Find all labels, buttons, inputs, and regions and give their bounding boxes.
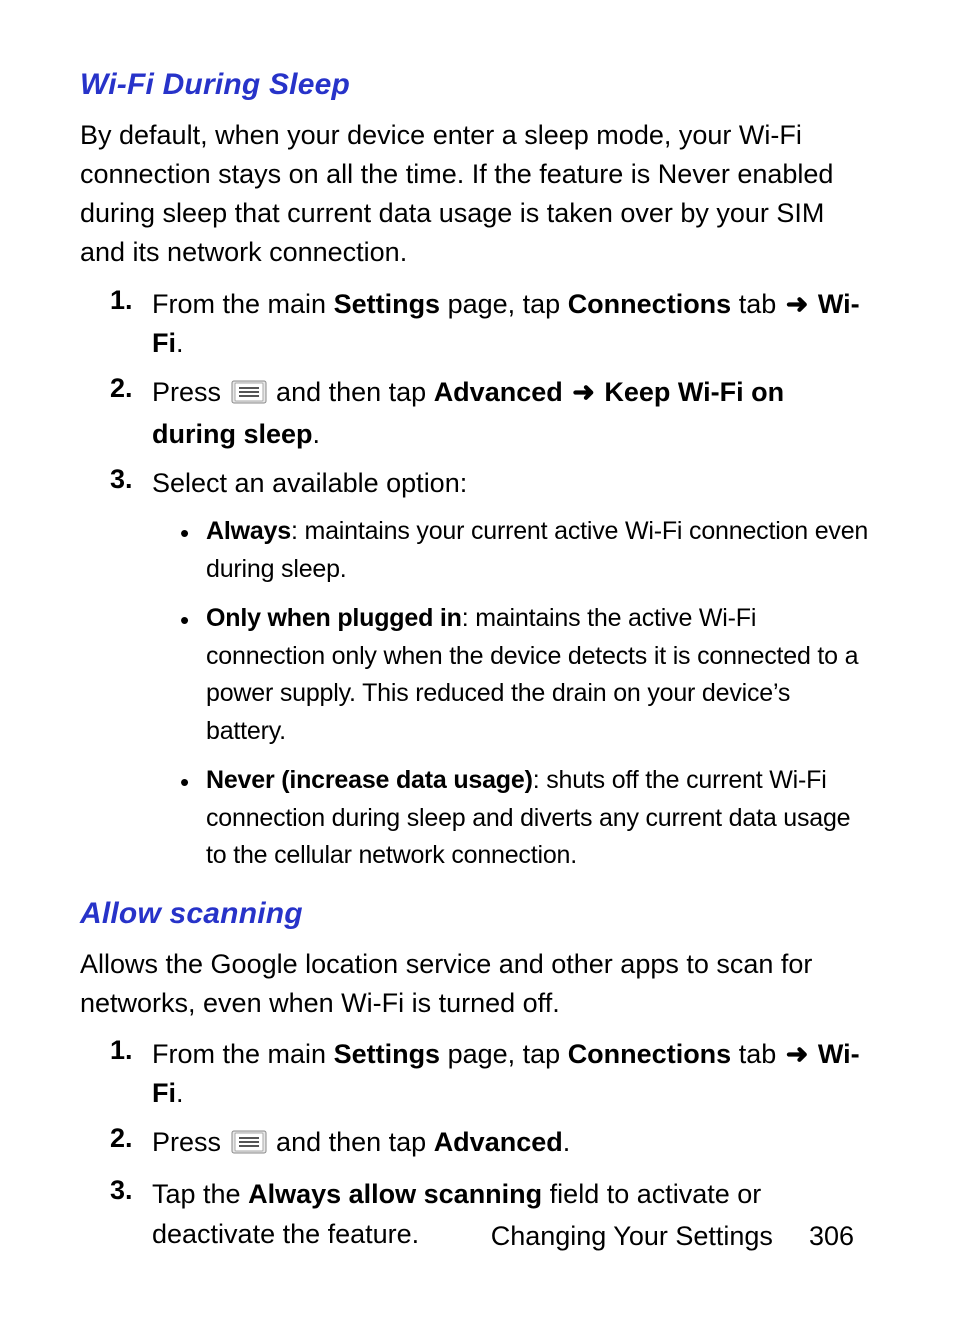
step-number: 2.	[110, 373, 152, 454]
page-footer: Changing Your Settings 306	[491, 1221, 854, 1252]
menu-icon	[231, 1126, 267, 1165]
text: From the main	[152, 289, 334, 319]
bullet-text: Always: maintains your current active Wi…	[206, 513, 874, 588]
intro-paragraph: Allows the Google location service and o…	[80, 945, 874, 1023]
text: tab	[731, 1039, 784, 1069]
bullet-label: Always	[206, 517, 291, 545]
text: From the main	[152, 1039, 334, 1069]
bold-connections: Connections	[568, 289, 732, 319]
text: Press	[152, 377, 229, 407]
text: .	[176, 1078, 184, 1108]
step-1: 1. From the main Settings page, tap Conn…	[80, 1035, 874, 1113]
step-number: 3.	[110, 1175, 152, 1253]
text: Tap the	[152, 1179, 248, 1209]
step-text: From the main Settings page, tap Connect…	[152, 285, 874, 363]
bullet-icon: •	[180, 513, 206, 588]
step-text: Press and then tap Advanced.	[152, 1123, 874, 1165]
text: : maintains your current active Wi-Fi co…	[206, 517, 868, 583]
menu-icon	[231, 376, 267, 415]
step-number: 1.	[110, 1035, 152, 1113]
bullet-label: Never (increase data usage)	[206, 766, 533, 794]
step-3: 3. Select an available option:	[80, 464, 874, 503]
bullet-plugged-in: • Only when plugged in: maintains the ac…	[80, 600, 874, 750]
step-text: From the main Settings page, tap Connect…	[152, 1035, 874, 1113]
bullet-always: • Always: maintains your current active …	[80, 513, 874, 588]
bullet-text: Never (increase data usage): shuts off t…	[206, 762, 874, 875]
text: and then tap	[276, 377, 434, 407]
intro-paragraph: By default, when your device enter a sle…	[80, 116, 874, 273]
text: tab	[731, 289, 784, 319]
step-number: 3.	[110, 464, 152, 503]
step-2: 2. Press and then tap Advanced ➜ Keep Wi…	[80, 373, 874, 454]
text: page, tap	[440, 289, 568, 319]
text: Press	[152, 1127, 229, 1157]
bold-always-allow-scanning: Always allow scanning	[248, 1179, 542, 1209]
bold-settings: Settings	[334, 1039, 441, 1069]
text: .	[176, 328, 184, 358]
bold-advanced: Advanced	[434, 1127, 563, 1157]
bullet-icon: •	[180, 762, 206, 875]
step-text: Select an available option:	[152, 464, 874, 503]
bold-advanced: Advanced	[434, 377, 571, 407]
section-heading-wifi-sleep: Wi-Fi During Sleep	[80, 68, 874, 102]
arrow-icon: ➜	[784, 1039, 811, 1069]
bold-settings: Settings	[334, 289, 441, 319]
step-1: 1. From the main Settings page, tap Conn…	[80, 285, 874, 363]
arrow-icon: ➜	[570, 377, 597, 407]
step-number: 2.	[110, 1123, 152, 1165]
document-page: Wi-Fi During Sleep By default, when your…	[0, 0, 954, 1324]
step-number: 1.	[110, 285, 152, 363]
text: .	[313, 419, 321, 449]
footer-page-number: 306	[809, 1221, 854, 1251]
text: .	[563, 1127, 571, 1157]
arrow-icon: ➜	[784, 289, 811, 319]
bullet-never: • Never (increase data usage): shuts off…	[80, 762, 874, 875]
footer-chapter-title: Changing Your Settings	[491, 1221, 773, 1251]
text: and then tap	[276, 1127, 434, 1157]
text: page, tap	[440, 1039, 568, 1069]
bullet-label: Only when plugged in	[206, 604, 462, 632]
step-text: Press and then tap Advanced ➜ Keep Wi-Fi…	[152, 373, 874, 454]
bold-connections: Connections	[568, 1039, 732, 1069]
step-2: 2. Press and then tap Advanced.	[80, 1123, 874, 1165]
bullet-text: Only when plugged in: maintains the acti…	[206, 600, 874, 750]
section-heading-allow-scanning: Allow scanning	[80, 897, 874, 931]
bullet-icon: •	[180, 600, 206, 750]
